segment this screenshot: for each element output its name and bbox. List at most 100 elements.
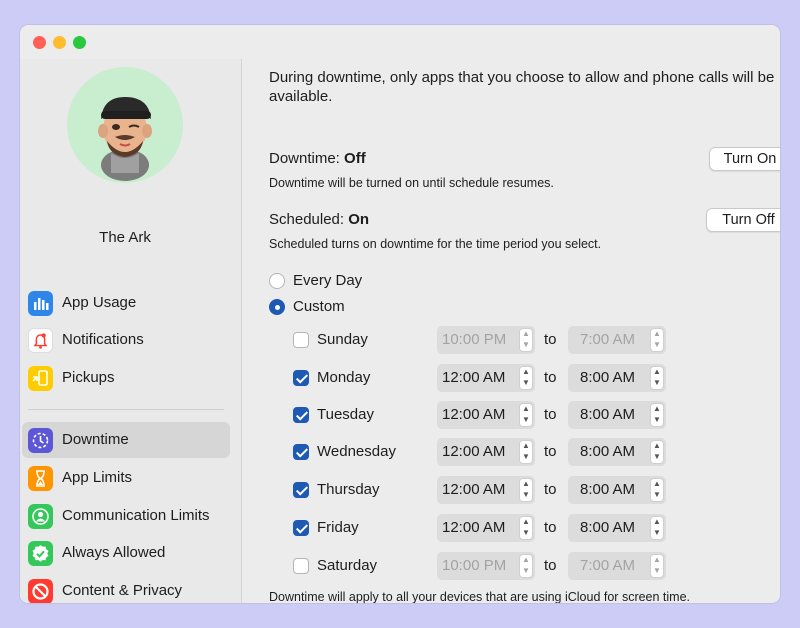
chevron-up-icon[interactable]: ▲ — [651, 404, 663, 415]
chevron-up-icon[interactable]: ▲ — [520, 555, 532, 566]
day-label: Wednesday — [317, 443, 396, 460]
friday-to-time[interactable]: 8:00 AM ▲ ▼ — [568, 514, 666, 542]
chevron-up-icon[interactable]: ▲ — [651, 517, 663, 528]
sidebar-item-always-allowed[interactable]: Always Allowed — [20, 535, 230, 571]
sidebar-item-communication-limits[interactable]: Communication Limits — [20, 498, 230, 534]
sunday-from-time[interactable]: 10:00 PM ▲ ▼ — [437, 326, 535, 354]
sidebar-item-downtime[interactable]: Downtime — [22, 422, 230, 458]
sidebar-item-label: App Usage — [62, 294, 137, 311]
intro-text: During downtime, only apps that you choo… — [269, 69, 775, 105]
chevron-up-icon[interactable]: ▲ — [651, 479, 663, 490]
chevron-down-icon[interactable]: ▼ — [520, 452, 532, 463]
turn-on-button[interactable]: Turn On — [709, 147, 780, 171]
sidebar-item-label: Communication Limits — [62, 507, 210, 524]
sidebar-item-label: Pickups — [62, 369, 115, 386]
chevron-down-icon[interactable]: ▼ — [651, 415, 663, 426]
chevron-down-icon[interactable]: ▼ — [520, 528, 532, 539]
chevron-down-icon[interactable]: ▼ — [651, 452, 663, 463]
time-stepper[interactable]: ▲ ▼ — [650, 516, 664, 540]
to-time-value: 8:00 AM — [580, 406, 636, 423]
sidebar-item-pickups[interactable]: Pickups — [20, 360, 230, 396]
chevron-down-icon[interactable]: ▼ — [651, 528, 663, 539]
saturday-checkbox[interactable] — [293, 558, 309, 574]
tuesday-from-time[interactable]: 12:00 AM ▲ ▼ — [437, 401, 535, 429]
chevron-up-icon[interactable]: ▲ — [651, 441, 663, 452]
time-stepper[interactable]: ▲ ▼ — [519, 366, 533, 390]
chevron-up-icon[interactable]: ▲ — [520, 479, 532, 490]
close-window-button[interactable] — [33, 36, 46, 49]
saturday-from-time[interactable]: 10:00 PM ▲ ▼ — [437, 552, 535, 580]
time-stepper[interactable]: ▲ ▼ — [650, 403, 664, 427]
thursday-checkbox[interactable] — [293, 482, 309, 498]
sunday-to-time[interactable]: 7:00 AM ▲ ▼ — [568, 326, 666, 354]
chevron-down-icon[interactable]: ▼ — [651, 340, 663, 351]
chevron-down-icon[interactable]: ▼ — [520, 566, 532, 577]
time-stepper[interactable]: ▲ ▼ — [519, 478, 533, 502]
wednesday-checkbox[interactable] — [293, 444, 309, 460]
day-row-friday: Friday 12:00 AM ▲ ▼ to 8:00 AM ▲ ▼ — [291, 514, 666, 542]
chevron-up-icon[interactable]: ▲ — [651, 367, 663, 378]
tuesday-checkbox[interactable] — [293, 407, 309, 423]
wednesday-to-time[interactable]: 8:00 AM ▲ ▼ — [568, 438, 666, 466]
profile-avatar[interactable] — [67, 67, 183, 183]
time-stepper[interactable]: ▲ ▼ — [650, 366, 664, 390]
chevron-up-icon[interactable]: ▲ — [651, 555, 663, 566]
scheduled-label: Scheduled: — [269, 211, 345, 228]
to-time-value: 7:00 AM — [580, 557, 636, 574]
chevron-down-icon[interactable]: ▼ — [651, 490, 663, 501]
sidebar-item-content-privacy[interactable]: Content & Privacy — [20, 573, 230, 603]
turn-off-button[interactable]: Turn Off — [706, 208, 780, 232]
chevron-down-icon[interactable]: ▼ — [520, 340, 532, 351]
pickups-icon — [28, 366, 53, 391]
monday-from-time[interactable]: 12:00 AM ▲ ▼ — [437, 364, 535, 392]
zoom-window-button[interactable] — [73, 36, 86, 49]
sidebar-item-app-usage[interactable]: App Usage — [20, 285, 230, 321]
scheduled-description: Scheduled turns on downtime for the time… — [269, 237, 602, 251]
custom-radio[interactable] — [269, 299, 285, 315]
thursday-to-time[interactable]: 8:00 AM ▲ ▼ — [568, 476, 666, 504]
minimize-window-button[interactable] — [53, 36, 66, 49]
chevron-up-icon[interactable]: ▲ — [651, 329, 663, 340]
monday-checkbox[interactable] — [293, 370, 309, 386]
sidebar-item-label: App Limits — [62, 469, 133, 486]
custom-label: Custom — [293, 298, 345, 315]
scheduled-status-value: On — [348, 211, 370, 228]
chevron-down-icon[interactable]: ▼ — [520, 415, 532, 426]
to-label: to — [544, 331, 557, 348]
time-stepper[interactable]: ▲ ▼ — [650, 554, 664, 578]
chevron-up-icon[interactable]: ▲ — [520, 329, 532, 340]
to-label: to — [544, 443, 557, 460]
sidebar-item-notifications[interactable]: Notifications — [20, 322, 230, 358]
tuesday-to-time[interactable]: 8:00 AM ▲ ▼ — [568, 401, 666, 429]
chevron-up-icon[interactable]: ▲ — [520, 367, 532, 378]
chevron-down-icon[interactable]: ▼ — [651, 566, 663, 577]
to-label: to — [544, 519, 557, 536]
chevron-up-icon[interactable]: ▲ — [520, 517, 532, 528]
every-day-label: Every Day — [293, 272, 363, 289]
thursday-from-time[interactable]: 12:00 AM ▲ ▼ — [437, 476, 535, 504]
day-label: Saturday — [317, 557, 378, 574]
chevron-up-icon[interactable]: ▲ — [520, 441, 532, 452]
time-stepper[interactable]: ▲ ▼ — [519, 403, 533, 427]
time-stepper[interactable]: ▲ ▼ — [519, 516, 533, 540]
time-stepper[interactable]: ▲ ▼ — [650, 328, 664, 352]
sunday-checkbox[interactable] — [293, 332, 309, 348]
time-stepper[interactable]: ▲ ▼ — [650, 478, 664, 502]
time-stepper[interactable]: ▲ ▼ — [519, 554, 533, 578]
time-stepper[interactable]: ▲ ▼ — [519, 328, 533, 352]
every-day-radio[interactable] — [269, 273, 285, 289]
saturday-to-time[interactable]: 7:00 AM ▲ ▼ — [568, 552, 666, 580]
chevron-down-icon[interactable]: ▼ — [520, 378, 532, 389]
screen-time-window: The Ark App Usage Notifications Pickups … — [20, 25, 780, 603]
chevron-up-icon[interactable]: ▲ — [520, 404, 532, 415]
time-stepper[interactable]: ▲ ▼ — [519, 440, 533, 464]
friday-from-time[interactable]: 12:00 AM ▲ ▼ — [437, 514, 535, 542]
chevron-down-icon[interactable]: ▼ — [651, 378, 663, 389]
sidebar-item-app-limits[interactable]: App Limits — [20, 460, 230, 496]
chevron-down-icon[interactable]: ▼ — [520, 490, 532, 501]
monday-to-time[interactable]: 8:00 AM ▲ ▼ — [568, 364, 666, 392]
title-bar — [20, 25, 780, 59]
time-stepper[interactable]: ▲ ▼ — [650, 440, 664, 464]
wednesday-from-time[interactable]: 12:00 AM ▲ ▼ — [437, 438, 535, 466]
friday-checkbox[interactable] — [293, 520, 309, 536]
